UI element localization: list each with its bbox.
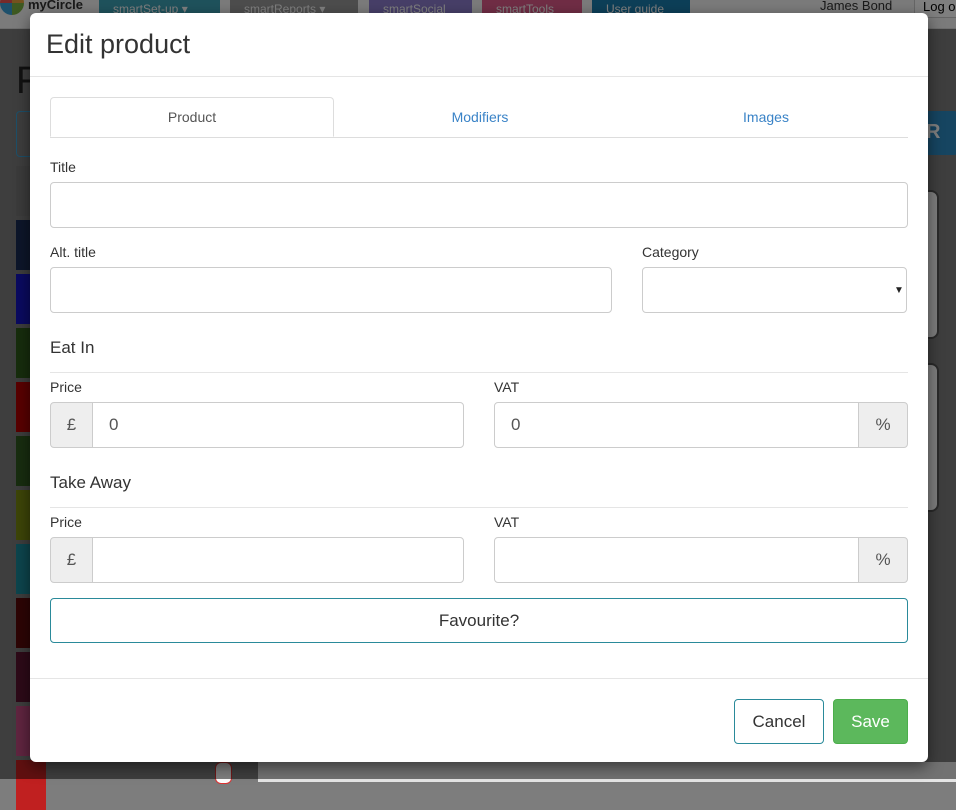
take-away-price-input[interactable] — [92, 537, 464, 583]
take-away-vat-label: VAT — [494, 514, 520, 530]
pound-icon: £ — [50, 537, 93, 583]
tab-product[interactable]: Product — [50, 97, 334, 137]
eat-in-price-input[interactable]: 0 — [92, 402, 464, 448]
save-button[interactable]: Save — [833, 699, 908, 744]
tab-bar: Product Modifiers Images — [50, 97, 908, 138]
title-input[interactable] — [50, 182, 908, 228]
take-away-vat-input[interactable] — [494, 537, 859, 583]
percent-icon: % — [858, 402, 908, 448]
edit-product-modal: Edit product Product Modifiers Images Ti… — [30, 13, 928, 762]
favourite-toggle-button[interactable]: Favourite? — [50, 598, 908, 643]
cancel-button[interactable]: Cancel — [734, 699, 824, 744]
title-label: Title — [50, 159, 76, 175]
eat-in-vat-input[interactable]: 0 — [494, 402, 859, 448]
eat-in-heading: Eat In — [50, 338, 908, 373]
take-away-price-label: Price — [50, 514, 82, 530]
tab-modifiers[interactable]: Modifiers — [337, 97, 623, 137]
category-select[interactable] — [642, 267, 907, 313]
pound-icon: £ — [50, 402, 93, 448]
eat-in-vat-label: VAT — [494, 379, 520, 395]
alt-title-label: Alt. title — [50, 244, 96, 260]
modal-title: Edit product — [46, 29, 191, 59]
modal-footer: Cancel Save — [30, 678, 928, 763]
category-label: Category — [642, 244, 699, 260]
percent-icon: % — [858, 537, 908, 583]
take-away-heading: Take Away — [50, 473, 908, 508]
tab-images[interactable]: Images — [623, 97, 909, 137]
caret-down-icon: ▼ — [894, 285, 904, 296]
modal-header: Edit product — [30, 13, 928, 77]
alt-title-input[interactable] — [50, 267, 612, 313]
eat-in-price-label: Price — [50, 379, 82, 395]
